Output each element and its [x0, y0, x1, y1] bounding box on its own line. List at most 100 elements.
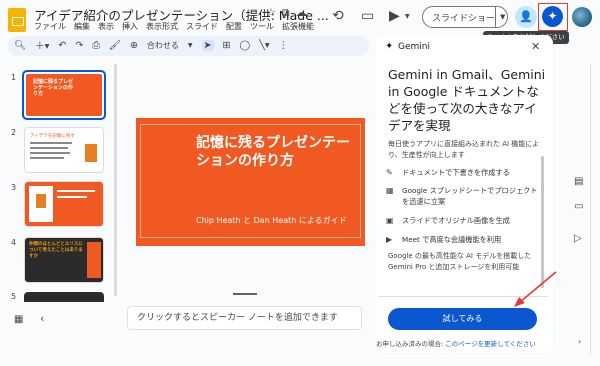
thumbnail-text-line — [30, 147, 68, 149]
redo-icon[interactable]: ↷ — [75, 40, 83, 51]
thumbnail-background: 記憶に残るプレゼンテーションの作り方 — [26, 74, 102, 116]
feature-text: ドキュメントで下書きを作成する — [402, 168, 510, 177]
close-icon[interactable]: ✕ — [531, 40, 540, 53]
search-menus-icon[interactable]: 🔍︎ — [14, 40, 26, 51]
slide-number: 4 — [11, 238, 17, 247]
menu-format[interactable]: 表示形式 — [146, 21, 178, 32]
slide-thumbnail-3[interactable] — [24, 181, 104, 227]
feature-item: ▦ Google スプレッドシートでプロジェクトを迅速に立案 — [386, 186, 544, 207]
grid-view-icon[interactable]: ▦ — [14, 314, 23, 325]
menu-slide[interactable]: スライド — [186, 21, 218, 32]
history-icon[interactable]: ⟲ — [332, 8, 344, 24]
thumbnail-book-image — [85, 144, 97, 162]
menu-tools[interactable]: ツール — [250, 21, 274, 32]
gemini-sparkle-icon: ✦ — [542, 6, 563, 27]
zoom-icon[interactable]: ⊕ — [130, 40, 138, 51]
gemini-panel-intro: 毎日使うアプリに直接組み込まれた AI 機能により、生産性が向上します — [388, 140, 540, 159]
slides-logo[interactable] — [8, 8, 26, 32]
more-options-icon[interactable]: ⋮ — [279, 40, 289, 51]
move-folder-icon[interactable]: ⧉ — [282, 6, 290, 20]
annotation-arrow — [514, 271, 557, 307]
meet-dropdown-icon[interactable]: ▼ — [405, 13, 410, 20]
feature-text: スライドでオリジナル画像を生成 — [402, 216, 510, 225]
thumbnail-book-image — [36, 194, 46, 208]
print-icon[interactable]: ⎙ — [92, 40, 100, 51]
slide-thumbnail-1[interactable]: 記憶に残るプレゼンテーションの作り方 — [22, 70, 106, 120]
slide-number: 1 — [11, 73, 17, 82]
slide-number: 2 — [11, 128, 17, 137]
slide-thumbnail-4[interactable]: 仲間のほとんどとエリスについて考えたことはありますか — [24, 237, 104, 283]
cloud-status-icon[interactable]: ☁ — [296, 6, 307, 20]
side-rail-divider — [590, 64, 591, 354]
try-button[interactable]: 試してみる — [388, 308, 537, 330]
new-slide-icon[interactable]: ＋▾ — [35, 38, 49, 52]
menu-edit[interactable]: 編集 — [74, 21, 90, 32]
select-cursor-icon[interactable]: ➤ — [201, 39, 214, 51]
paint-format-icon[interactable]: 🖌︎ — [109, 40, 121, 51]
hide-side-panel-icon[interactable]: › — [578, 337, 581, 346]
gemini-panel-header: Gemini — [398, 42, 430, 52]
thumbnail-caption: 仲間のほとんどとエリスについて考えたことはありますか — [29, 242, 83, 259]
chevron-left-icon[interactable]: ‹ — [40, 312, 44, 325]
menu-file[interactable]: ファイル — [34, 21, 66, 32]
chevron-down-icon[interactable]: ▼ — [496, 13, 505, 21]
slideshow-label: スライドショー — [432, 13, 496, 24]
slide-thumbnail-2[interactable]: アイデアを記憶に残す — [24, 127, 104, 173]
subscribed-note: お申し込み済みの場合: このページを更新してください — [376, 338, 536, 348]
slide-title[interactable]: 記憶に残るプレゼンテーションの作り方 — [196, 134, 356, 170]
text-box-icon[interactable]: ⊞ — [223, 40, 231, 51]
star-icon[interactable]: ☆ — [266, 6, 276, 20]
slide-thumbnail-5[interactable] — [24, 292, 104, 302]
gemini-panel-title: Gemini in Gmail、Gemini in Google ドキュメントな… — [388, 67, 546, 133]
notes-resize-handle[interactable] — [233, 293, 257, 295]
gemini-panel-scrollbar[interactable] — [541, 156, 544, 288]
pen-spark-icon: ✎ — [386, 168, 393, 177]
title-icons: ☆ ⧉ ☁ — [266, 6, 307, 20]
thumbnail-text-line — [57, 196, 87, 198]
undo-icon[interactable]: ↶ — [58, 40, 66, 51]
gemini-button[interactable]: ✦ — [538, 3, 568, 31]
menu-view[interactable]: 表示 — [98, 21, 114, 32]
menu-bar: ファイル 編集 表示 挿入 表示形式 スライド 配置 ツール 拡張機能 — [34, 21, 314, 32]
thumbnail-text-line — [30, 152, 70, 154]
slide-subtitle[interactable]: Chip Heath と Dan Heath によるガイド — [196, 215, 347, 226]
filmstrip-scrollbar[interactable] — [114, 64, 117, 296]
thumbnail-text-line — [57, 190, 95, 192]
keep-icon[interactable]: ▤ — [574, 176, 583, 187]
feature-item: ▣ スライドでオリジナル画像を生成 — [386, 216, 544, 227]
thumbnail-text-line — [30, 142, 72, 144]
image-icon: ▣ — [386, 216, 394, 225]
zoom-dropdown-icon[interactable]: ▼ — [188, 42, 193, 49]
thumbnail-text-line — [30, 157, 64, 159]
folder-icon[interactable]: ▭ — [574, 201, 583, 212]
avatar[interactable] — [572, 7, 592, 27]
line-icon[interactable]: ╲▾ — [259, 40, 270, 51]
toolbar-items: 🔍︎ ＋▾ ↶ ↷ ⎙ 🖌︎ ⊕ 合わせる ▼ ➤ ⊞ ◯ ╲▾ ⋮ — [14, 38, 288, 52]
speaker-notes[interactable]: クリックするとスピーカー ノートを追加できます — [127, 306, 362, 330]
sheets-icon: ▦ — [386, 186, 394, 195]
comment-icon[interactable]: ▭ — [361, 8, 374, 24]
feature-text: Meet で高度な会議機能を利用 — [402, 235, 502, 244]
shape-icon[interactable]: ◯ — [239, 40, 250, 51]
slide-number: 5 — [11, 292, 17, 301]
thumbnail-caption: アイデアを記憶に残す — [30, 134, 75, 139]
menu-insert[interactable]: 挿入 — [122, 21, 138, 32]
feature-text: Google スプレッドシートでプロジェクトを迅速に立案 — [402, 186, 538, 206]
slideshow-button[interactable]: スライドショー ▼ — [422, 6, 508, 28]
gemini-sparkle-icon: ✦ — [385, 41, 394, 52]
thumbnail-caption: 記憶に残るプレゼンテーションの作り方 — [33, 79, 74, 97]
menu-arrange[interactable]: 配置 — [226, 21, 242, 32]
menu-extensions[interactable]: 拡張機能 — [282, 21, 314, 32]
thumbnail-image-area — [29, 186, 53, 222]
subscribed-text: お申し込み済みの場合: — [376, 340, 446, 348]
zoom-fit-select[interactable]: 合わせる — [147, 40, 179, 51]
meet-icon[interactable]: ▶ — [389, 8, 400, 24]
share-icon[interactable]: 👤 — [515, 6, 537, 28]
feature-item: ✎ ドキュメントで下書きを作成する — [386, 168, 544, 179]
meet-icon: ▶ — [386, 235, 393, 244]
thumbnail-accent — [87, 242, 101, 278]
slide-number: 3 — [11, 183, 17, 192]
youtube-icon[interactable]: ▷ — [574, 233, 582, 244]
feature-item: ▶ Meet で高度な会議機能を利用 — [386, 235, 544, 246]
refresh-page-link[interactable]: このページを更新してください — [445, 340, 535, 348]
